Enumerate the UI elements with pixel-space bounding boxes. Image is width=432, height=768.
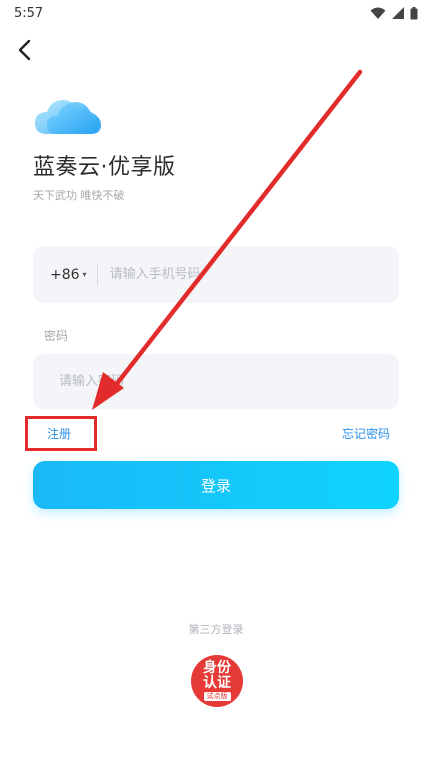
identity-auth-button[interactable]: 身份 认证 试点版 [191, 655, 243, 707]
forgot-password-link[interactable]: 忘记密码 [342, 425, 390, 442]
status-bar: 5:57 [0, 0, 432, 26]
battery-icon [410, 6, 418, 19]
register-link[interactable]: 注册 [47, 425, 71, 442]
phone-input[interactable] [107, 266, 372, 283]
dropdown-caret-icon: ▾ [82, 270, 87, 279]
back-arrow-icon [18, 39, 31, 61]
password-input[interactable] [57, 373, 361, 390]
signal-icon [392, 7, 404, 19]
country-code-selector[interactable]: +86 ▾ [50, 267, 87, 283]
cloud-logo-icon [35, 100, 101, 134]
badge-line-2: 认证 [203, 675, 231, 691]
login-button[interactable]: 登录 [33, 461, 399, 509]
app-title: 蓝奏云·优享版 [33, 155, 176, 180]
badge-line-3: 试点版 [203, 692, 231, 701]
password-field [33, 354, 399, 409]
badge-line-1: 身份 [203, 660, 231, 676]
field-divider [96, 263, 98, 286]
back-button[interactable] [12, 36, 36, 64]
status-time: 5:57 [14, 5, 44, 21]
country-code-label: +86 [50, 266, 80, 283]
password-label: 密码 [44, 329, 69, 343]
phone-field: +86 ▾ [33, 246, 399, 303]
third-party-login-title: 第三方登录 [188, 623, 244, 636]
wifi-icon [370, 7, 386, 19]
app-subtitle: 天下武功 唯快不破 [33, 189, 125, 202]
status-icons [370, 6, 418, 20]
